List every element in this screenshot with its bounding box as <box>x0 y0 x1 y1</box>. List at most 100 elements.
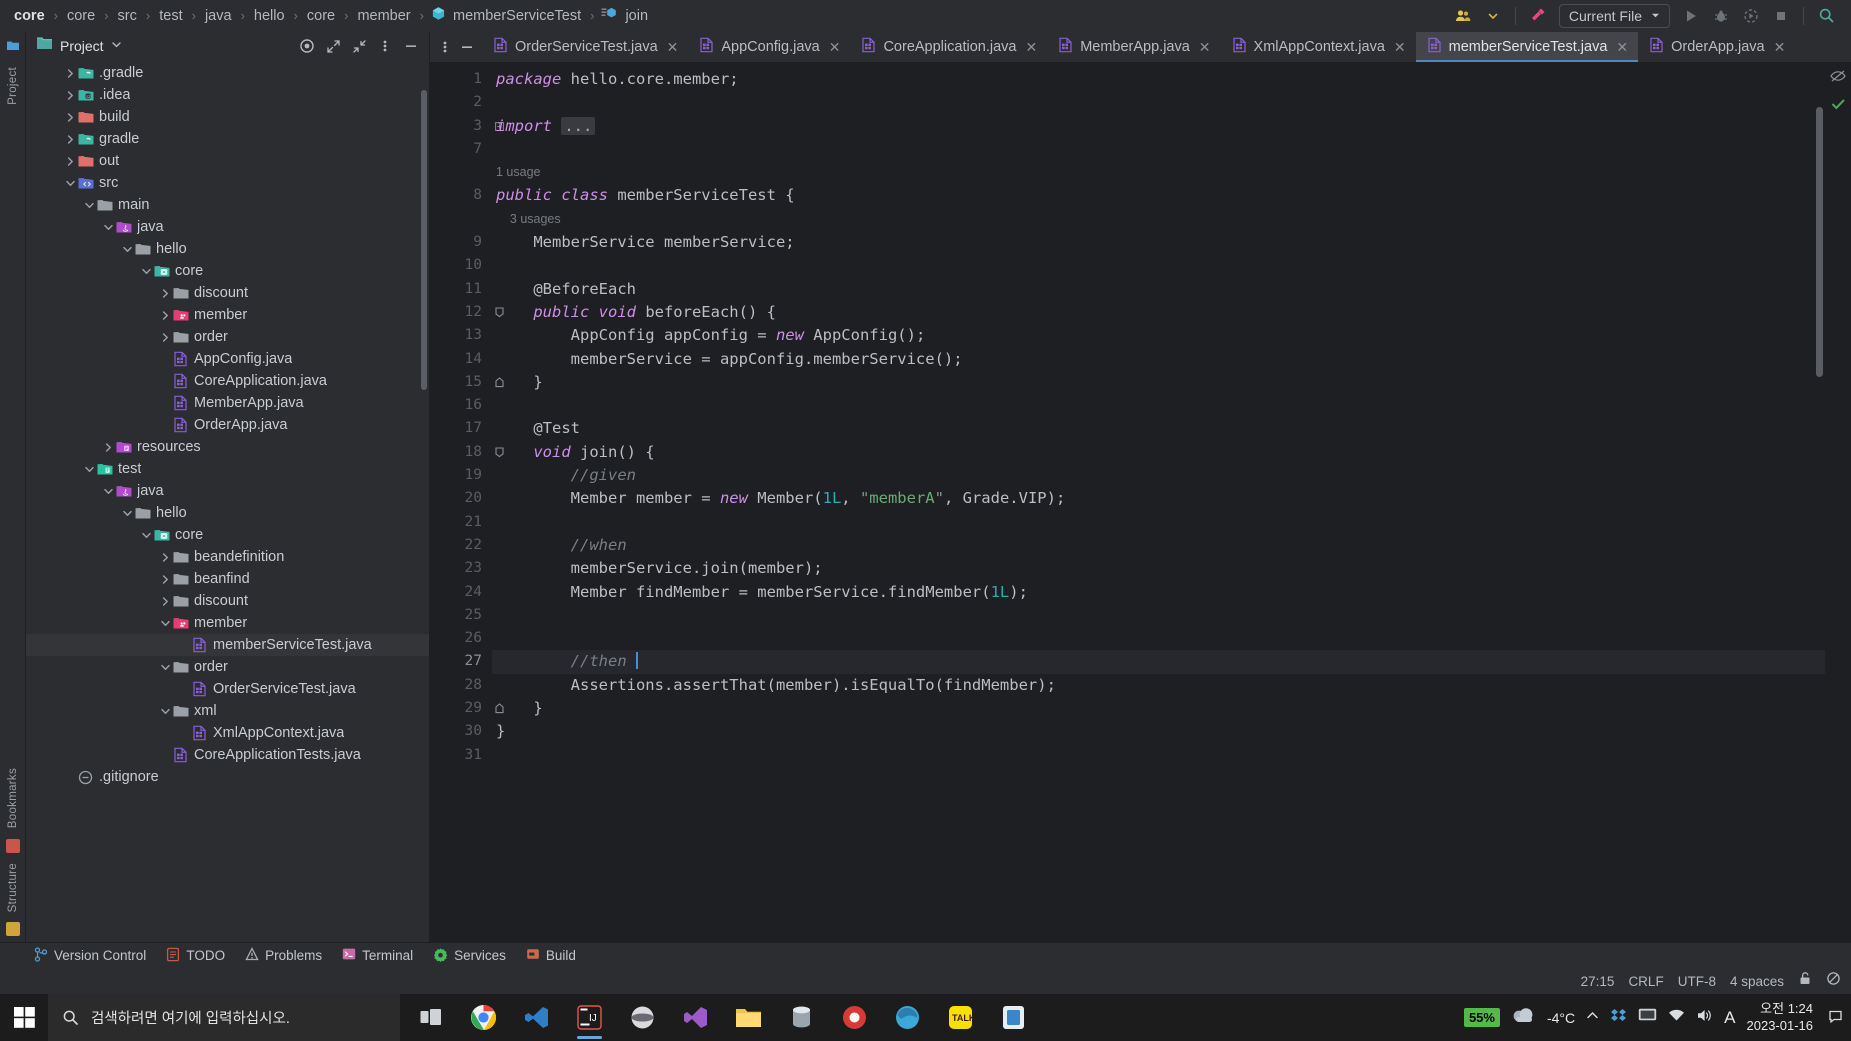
account-icon[interactable] <box>1448 1 1478 31</box>
tree-folder-item[interactable]: .gradle <box>26 62 429 84</box>
breadcrumb-item-test[interactable]: test <box>157 8 184 24</box>
vs-icon[interactable] <box>669 994 722 1041</box>
chevron-down-icon[interactable] <box>139 524 153 546</box>
tree-folder-item[interactable]: gradle <box>26 128 429 150</box>
volume-tray-icon[interactable] <box>1696 1008 1713 1028</box>
monitor-tray-icon[interactable] <box>1638 1008 1657 1028</box>
breadcrumb-item-src[interactable]: src <box>116 8 139 24</box>
chevron-right-icon[interactable] <box>63 62 77 84</box>
chevron-right-icon[interactable] <box>63 128 77 150</box>
tree-folder-item[interactable]: xml <box>26 700 429 722</box>
caret-position[interactable]: 27:15 <box>1581 974 1615 989</box>
hide-inspections-icon[interactable] <box>1830 68 1846 89</box>
battery-badge[interactable]: 55% <box>1463 1008 1500 1027</box>
intellij-icon[interactable]: IJ <box>563 994 616 1041</box>
tree-folder-item[interactable]: beanfind <box>26 568 429 590</box>
notifications-icon[interactable] <box>1828 1008 1843 1028</box>
breadcrumb-item-core[interactable]: core <box>12 8 47 24</box>
chevron-down-icon[interactable] <box>120 238 134 260</box>
chevron-right-icon[interactable] <box>158 326 172 348</box>
editor-tab[interactable]: AppConfig.java ✕ <box>688 32 850 62</box>
close-icon[interactable]: ✕ <box>1616 39 1628 56</box>
edge-icon[interactable] <box>881 994 934 1041</box>
tree-folder-item[interactable]: member <box>26 304 429 326</box>
build-hammer-icon[interactable] <box>1523 1 1553 31</box>
vscode-icon[interactable] <box>510 994 563 1041</box>
more-options-icon[interactable] <box>373 34 397 58</box>
code-editor[interactable]: 1 2 3 7 8 9 10 11 12 13 14 15 16 17 18 19 20 21 22 23 24 25 26… <box>430 62 1851 942</box>
breadcrumb-item-join[interactable]: join <box>601 6 650 26</box>
tree-folder-item[interactable]: beandefinition <box>26 546 429 568</box>
tree-file-item[interactable]: AppConfig.java <box>26 348 429 370</box>
locate-target-icon[interactable] <box>295 34 319 58</box>
tree-folder-item[interactable]: member <box>26 612 429 634</box>
bookmarks-rail-icon[interactable] <box>5 838 20 853</box>
chevron-right-icon[interactable] <box>158 304 172 326</box>
tab-options-icon[interactable] <box>434 33 456 61</box>
tree-folder-item[interactable]: IJ .idea <box>26 84 429 106</box>
editor-tab[interactable]: OrderServiceTest.java ✕ <box>482 32 688 62</box>
stop-icon[interactable] <box>1766 1 1796 31</box>
chevron-right-icon[interactable] <box>63 84 77 106</box>
expand-icon[interactable] <box>321 34 345 58</box>
close-icon[interactable]: ✕ <box>1394 39 1406 56</box>
chevron-down-icon[interactable] <box>158 656 172 678</box>
code-content[interactable]: package hello.core.member; import ... 1 us… <box>492 62 1851 942</box>
editor-tab[interactable]: CoreApplication.java ✕ <box>850 32 1047 62</box>
tree-file-item[interactable]: MemberApp.java <box>26 392 429 414</box>
tool-window-services[interactable]: Services <box>433 947 506 965</box>
tree-folder-item[interactable]: core <box>26 260 429 282</box>
line-separator[interactable]: CRLF <box>1628 974 1663 989</box>
chevron-down-icon[interactable] <box>82 194 96 216</box>
chevron-right-icon[interactable] <box>158 568 172 590</box>
tool-window-terminal[interactable]: Terminal <box>342 947 413 964</box>
task-view-icon[interactable] <box>404 994 457 1041</box>
mysql-icon[interactable] <box>775 994 828 1041</box>
explorer-icon[interactable] <box>722 994 775 1041</box>
close-icon[interactable]: ✕ <box>1199 39 1211 56</box>
record-icon[interactable] <box>828 994 881 1041</box>
tree-file-item[interactable]: CoreApplicationTests.java <box>26 744 429 766</box>
taskbar-search-box[interactable]: 검색하려면 여기에 입력하십시오. <box>48 994 400 1041</box>
ubuntu-icon[interactable] <box>616 994 669 1041</box>
tree-folder-item[interactable]: build <box>26 106 429 128</box>
tree-folder-item[interactable]: order <box>26 656 429 678</box>
network-tray-icon[interactable] <box>1668 1008 1685 1027</box>
tree-file-item[interactable]: OrderServiceTest.java <box>26 678 429 700</box>
dropbox-tray-icon[interactable] <box>1610 1007 1627 1029</box>
run-configuration-selector[interactable]: Current File <box>1558 3 1670 28</box>
project-rail-icon[interactable] <box>6 38 20 57</box>
run-icon[interactable] <box>1676 1 1706 31</box>
rail-label-project[interactable]: Project <box>7 67 19 105</box>
inspection-ok-icon[interactable] <box>1830 96 1846 117</box>
chevron-down-icon[interactable] <box>101 216 115 238</box>
editor-scrollbar[interactable] <box>1816 107 1823 377</box>
tree-folder-item[interactable]: discount <box>26 590 429 612</box>
usage-hint[interactable]: 1 usage <box>492 161 1851 184</box>
close-icon[interactable]: ✕ <box>667 39 679 56</box>
tree-file-item[interactable]: memberServiceTest.java <box>26 634 429 656</box>
breadcrumb-item-hello[interactable]: hello <box>252 8 287 24</box>
tree-folder-item[interactable]: main <box>26 194 429 216</box>
editor-tab[interactable]: memberServiceTest.java ✕ <box>1415 32 1639 62</box>
hide-panel-icon[interactable] <box>399 34 423 58</box>
chevron-right-icon[interactable] <box>158 282 172 304</box>
tree-folder-item[interactable]: java <box>26 480 429 502</box>
editor-tab[interactable]: MemberApp.java ✕ <box>1047 32 1220 62</box>
tree-folder-item[interactable]: discount <box>26 282 429 304</box>
structure-rail-icon[interactable] <box>5 922 20 936</box>
close-icon[interactable]: ✕ <box>1774 39 1786 56</box>
collapse-icon[interactable] <box>347 34 371 58</box>
tree-file-item[interactable]: .gitignore <box>26 766 429 788</box>
chevron-down-icon[interactable] <box>158 700 172 722</box>
breadcrumb-item-member[interactable]: member <box>355 8 412 24</box>
kakaotalk-icon[interactable]: TALK <box>934 994 987 1041</box>
rail-label-bookmarks[interactable]: Bookmarks <box>7 768 19 828</box>
chevron-right-icon[interactable] <box>63 150 77 172</box>
breadcrumb-item-memberservicetest[interactable]: memberServiceTest <box>431 6 583 26</box>
close-icon[interactable]: ✕ <box>829 39 841 56</box>
tool-window-build[interactable]: Build <box>526 947 576 964</box>
tree-folder-item[interactable]: java <box>26 216 429 238</box>
ime-indicator[interactable]: A <box>1724 1008 1735 1028</box>
chevron-down-icon[interactable] <box>158 612 172 634</box>
